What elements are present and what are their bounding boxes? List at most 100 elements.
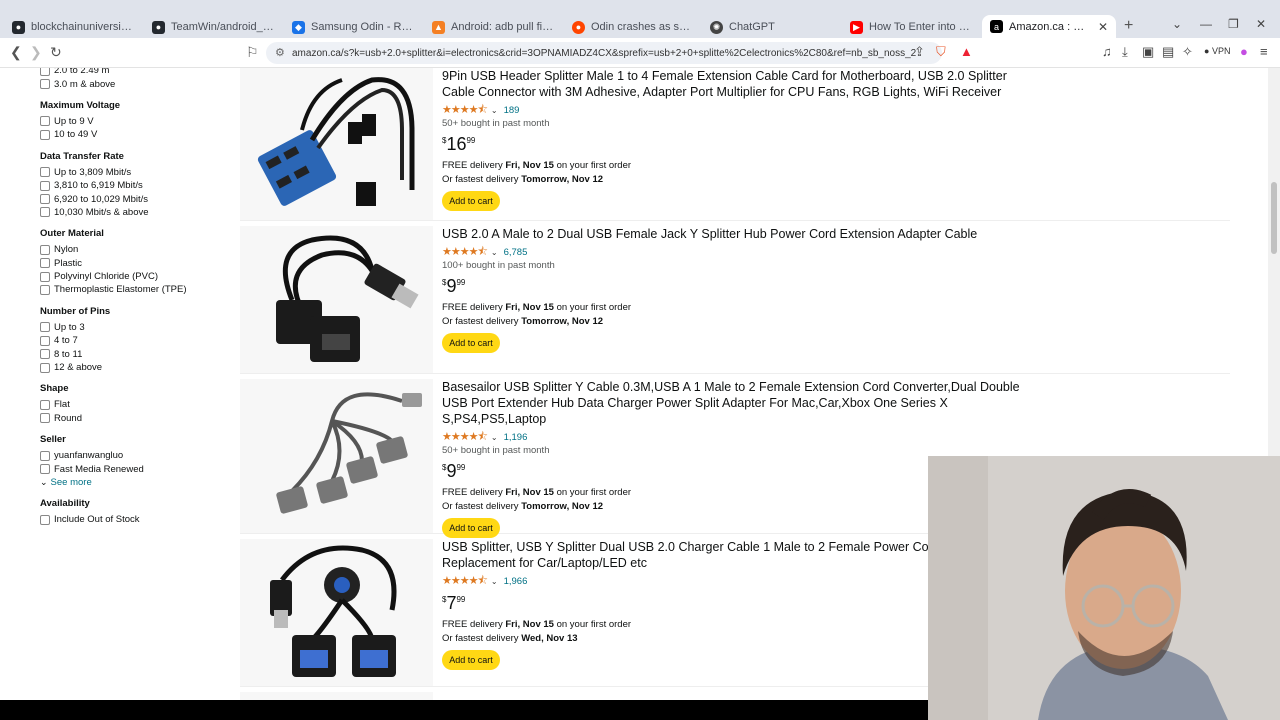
filter-option[interactable]: 6,920 to 10,029 Mbit/s xyxy=(40,192,230,205)
filter-option[interactable]: 3.0 m & above xyxy=(40,77,230,90)
checkbox[interactable] xyxy=(40,450,50,461)
tab-search-icon[interactable]: ⌄ xyxy=(1172,17,1182,31)
site-settings-icon[interactable]: ⚙ xyxy=(275,46,285,59)
checkbox[interactable] xyxy=(40,413,50,424)
checkbox[interactable] xyxy=(40,399,50,410)
menu-icon[interactable]: ≡ xyxy=(1260,44,1268,59)
checkbox[interactable] xyxy=(40,362,50,373)
next-result-image[interactable] xyxy=(240,692,433,700)
close-window-icon[interactable]: ✕ xyxy=(1256,17,1266,31)
filter-option[interactable]: Flat xyxy=(40,398,230,411)
filter-option[interactable]: 3,810 to 6,919 Mbit/s xyxy=(40,179,230,192)
add-to-cart-button[interactable]: Add to cart xyxy=(442,191,500,211)
address-bar[interactable]: ⚙ amazon.ca/s?k=usb+2.0+splitter&i=elect… xyxy=(266,42,942,64)
tab-7-active[interactable]: a Amazon.ca : usb 2.0 splitte ✕ xyxy=(982,15,1116,38)
reload-icon[interactable]: ↻ xyxy=(50,44,62,61)
new-tab-icon[interactable]: + xyxy=(1124,17,1133,35)
share-icon[interactable]: ⇪ xyxy=(914,44,925,60)
tab-5[interactable]: ✺ ChatGPT xyxy=(702,17,840,37)
price[interactable]: $ 16 99 xyxy=(442,134,1042,156)
add-to-cart-button[interactable]: Add to cart xyxy=(442,518,500,538)
product-image[interactable] xyxy=(240,226,433,373)
filter-option[interactable]: 8 to 11 xyxy=(40,347,230,360)
product-image[interactable] xyxy=(240,539,433,686)
filter-option[interactable]: Up to 3,809 Mbit/s xyxy=(40,166,230,179)
checkbox[interactable] xyxy=(40,207,50,218)
profile-icon[interactable]: ● xyxy=(1240,44,1248,59)
leo-ai-icon[interactable]: ✧ xyxy=(1182,44,1193,60)
chevron-down-icon[interactable]: ⌄ xyxy=(491,433,498,442)
tab-2[interactable]: ◆ Samsung Odin - Root Android xyxy=(284,17,422,37)
filter-option[interactable]: Polyvinyl Chloride (PVC) xyxy=(40,270,230,283)
media-icon[interactable]: ♫ xyxy=(1102,44,1112,59)
filter-option[interactable]: Nylon xyxy=(40,243,230,256)
filter-option[interactable]: Up to 9 V xyxy=(40,115,230,128)
review-count[interactable]: 1,966 xyxy=(504,576,528,587)
checkbox[interactable] xyxy=(40,322,50,333)
checkbox[interactable] xyxy=(40,116,50,127)
checkbox[interactable] xyxy=(40,129,50,140)
star-rating-icon[interactable]: ★★★★⯪ xyxy=(442,428,488,447)
checkbox[interactable] xyxy=(40,284,50,295)
tab-1[interactable]: ● TeamWin/android_device_sam xyxy=(144,17,282,37)
checkbox[interactable] xyxy=(40,514,50,525)
maximize-icon[interactable]: ❐ xyxy=(1228,17,1239,31)
checkbox[interactable] xyxy=(40,68,50,76)
filter-option[interactable]: 4 to 7 xyxy=(40,334,230,347)
filter-option[interactable]: Round xyxy=(40,412,230,425)
back-icon[interactable]: ❮ xyxy=(10,44,22,61)
tab-3[interactable]: ▲ Android: adb pull file on desk xyxy=(424,17,562,37)
filter-option[interactable]: yuanfanwangluo xyxy=(40,449,230,462)
filter-option[interactable]: 12 & above xyxy=(40,361,230,374)
price[interactable]: $ 9 99 xyxy=(442,276,1042,298)
brave-shield-icon[interactable]: ⛉ xyxy=(936,44,946,60)
chevron-down-icon[interactable]: ⌄ xyxy=(491,248,498,257)
review-count[interactable]: 189 xyxy=(504,105,520,116)
filter-option[interactable]: 10 to 49 V xyxy=(40,128,230,141)
checkbox[interactable] xyxy=(40,244,50,255)
checkbox[interactable] xyxy=(40,271,50,282)
checkbox[interactable] xyxy=(40,194,50,205)
checkbox[interactable] xyxy=(40,180,50,191)
wallet-icon[interactable]: ▤ xyxy=(1162,44,1174,60)
tab-0[interactable]: ● blockchainuniversityedu (Block xyxy=(4,17,142,37)
filter-option[interactable]: Thermoplastic Elastomer (TPE) xyxy=(40,283,230,296)
star-rating-icon[interactable]: ★★★★⯪ xyxy=(442,101,488,120)
sidebar-icon[interactable]: ▣ xyxy=(1142,44,1154,60)
review-count[interactable]: 1,196 xyxy=(504,432,528,443)
tab-4[interactable]: ● Odin crashes as soon as I pre xyxy=(564,17,702,37)
bookmark-icon[interactable]: ⚐ xyxy=(246,44,259,61)
filter-option[interactable]: Up to 3 xyxy=(40,321,230,334)
product-image[interactable] xyxy=(240,379,433,533)
review-count[interactable]: 6,785 xyxy=(504,247,528,258)
product-title[interactable]: 9Pin USB Header Splitter Male 1 to 4 Fem… xyxy=(442,68,1042,100)
add-to-cart-button[interactable]: Add to cart xyxy=(442,650,500,670)
chevron-down-icon[interactable]: ⌄ xyxy=(491,577,498,586)
product-title[interactable]: USB 2.0 A Male to 2 Dual USB Female Jack… xyxy=(442,226,1042,242)
download-icon[interactable]: ⤓ xyxy=(1122,44,1128,60)
add-to-cart-button[interactable]: Add to cart xyxy=(442,333,500,353)
vpn-button[interactable]: ● VPN xyxy=(1204,46,1230,56)
close-tab-icon[interactable]: ✕ xyxy=(1098,20,1108,34)
checkbox[interactable] xyxy=(40,79,50,90)
tab-6[interactable]: ▶ How To Enter into Download xyxy=(842,17,980,37)
star-rating-icon[interactable]: ★★★★⯪ xyxy=(442,572,488,591)
filter-option[interactable]: 2.0 to 2.49 m xyxy=(40,68,230,77)
filter-option[interactable]: Plastic xyxy=(40,257,230,270)
checkbox[interactable] xyxy=(40,464,50,475)
scrollbar-thumb[interactable] xyxy=(1271,182,1277,254)
checkbox[interactable] xyxy=(40,349,50,360)
brave-rewards-icon[interactable]: ▲ xyxy=(960,44,973,59)
chevron-down-icon[interactable]: ⌄ xyxy=(491,106,498,115)
product-title[interactable]: Basesailor USB Splitter Y Cable 0.3M,USB… xyxy=(442,379,1042,427)
filter-option[interactable]: Fast Media Renewed xyxy=(40,462,230,475)
filter-option[interactable]: 10,030 Mbit/s & above xyxy=(40,206,230,219)
see-more-link[interactable]: ⌄ See more xyxy=(40,476,230,489)
checkbox[interactable] xyxy=(40,335,50,346)
checkbox[interactable] xyxy=(40,258,50,269)
product-image[interactable] xyxy=(240,68,433,220)
filter-option[interactable]: Include Out of Stock xyxy=(40,513,230,526)
star-rating-icon[interactable]: ★★★★⯪ xyxy=(442,243,488,262)
forward-icon[interactable]: ❯ xyxy=(30,44,42,61)
checkbox[interactable] xyxy=(40,167,50,178)
